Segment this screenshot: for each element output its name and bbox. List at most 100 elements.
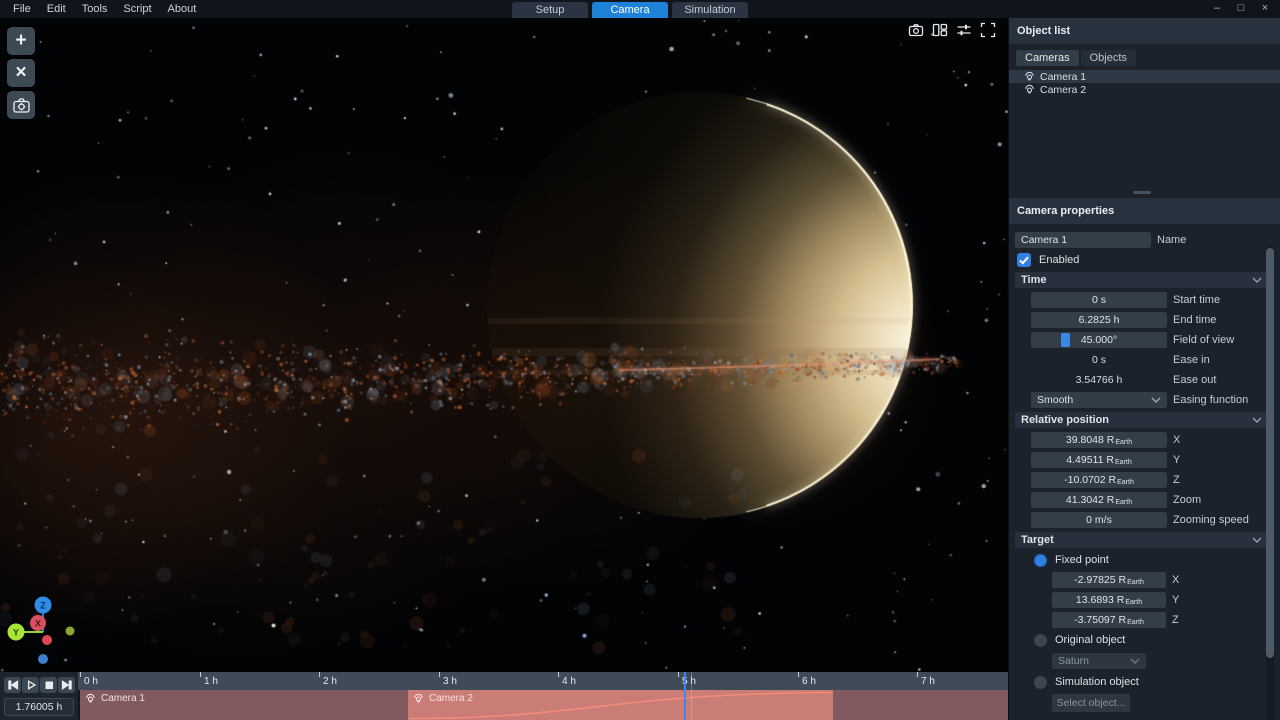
close-icon[interactable]: × [1256, 0, 1274, 18]
zooming-speed-field[interactable]: 0 m/s [1031, 512, 1167, 528]
simulation-object-label: Simulation object [1055, 676, 1139, 688]
section-time[interactable]: Time [1015, 272, 1268, 288]
fullscreen-icon [980, 22, 996, 38]
ruler-tick-label: 6 h [802, 676, 816, 687]
fixed-point-radio[interactable] [1034, 554, 1047, 567]
split-view-icon [932, 22, 948, 38]
remove-button[interactable]: × [7, 59, 35, 87]
tab-camera[interactable]: Camera [592, 2, 668, 18]
timeline-ruler[interactable]: 0 h 1 h 2 h 3 h 4 h 5 h 6 h 7 h [78, 672, 1008, 690]
list-item-label: Camera 2 [1040, 84, 1086, 96]
transport-panel: 1.76005 h [0, 672, 78, 720]
ease-out-label: Ease out [1173, 374, 1216, 386]
stop-button[interactable] [40, 677, 57, 693]
chevron-down-icon [1151, 397, 1161, 403]
original-object-label: Original object [1055, 634, 1125, 646]
title-bar: File Edit Tools Script About Setup Camer… [0, 0, 1280, 18]
axis-gizmo[interactable]: X Z Y [0, 595, 92, 672]
ruler-tick-label: 1 h [204, 676, 218, 687]
camera-icon [85, 693, 96, 704]
camera-settings-button[interactable] [7, 91, 35, 119]
chevron-down-icon [1130, 658, 1140, 664]
scrollbar-track[interactable] [1266, 246, 1274, 720]
timeline-segment-label: Camera 1 [101, 693, 145, 704]
menu-script[interactable]: Script [116, 1, 158, 17]
object-list-header: Object list [1009, 18, 1280, 44]
tab-setup[interactable]: Setup [512, 2, 588, 18]
slider-handle[interactable] [1061, 333, 1070, 347]
scrollbar-thumb[interactable] [1266, 248, 1274, 658]
stop-icon [43, 679, 55, 691]
window-controls: – □ × [1208, 0, 1274, 18]
easing-curve [408, 690, 833, 720]
object-list-tabs: Cameras Objects [1016, 50, 1280, 66]
list-item-label: Camera 1 [1040, 71, 1086, 83]
ease-in-value[interactable]: 0 s [1031, 354, 1167, 366]
list-item-camera-1[interactable]: Camera 1 [1009, 70, 1280, 83]
skip-start-icon [7, 679, 19, 691]
menu-tools[interactable]: Tools [75, 1, 115, 17]
target-x-field[interactable]: -2.97825 REarth [1052, 572, 1166, 588]
end-time-field[interactable]: 6.2825 h [1031, 312, 1167, 328]
chevron-down-icon [1252, 417, 1262, 423]
timeline-segment-camera-1[interactable]: Camera 1 [80, 690, 408, 720]
split-view-button[interactable] [932, 22, 948, 38]
right-panel: Object list Cameras Objects Camera 1 Cam… [1008, 18, 1280, 720]
current-time-field[interactable]: 1.76005 h [4, 698, 74, 716]
skip-end-button[interactable] [58, 677, 75, 693]
field-of-view-slider[interactable]: 45.000° [1031, 332, 1167, 348]
position-y-field[interactable]: 4.49511 REarth [1031, 452, 1167, 468]
original-object-dropdown[interactable]: Saturn [1052, 653, 1146, 669]
start-time-field[interactable]: 0 s [1031, 292, 1167, 308]
target-x-label: X [1172, 574, 1179, 586]
application-window: File Edit Tools Script About Setup Camer… [0, 0, 1280, 720]
adjustments-icon [956, 22, 972, 38]
viewport-toolbar: + × [7, 27, 35, 119]
play-button[interactable] [22, 677, 39, 693]
easing-function-label: Easing function [1173, 394, 1248, 406]
zoom-field[interactable]: 41.3042 REarth [1031, 492, 1167, 508]
section-relative-position[interactable]: Relative position [1015, 412, 1268, 428]
camera-properties-header: Camera properties [1009, 198, 1280, 224]
menu-file[interactable]: File [6, 1, 38, 17]
section-target[interactable]: Target [1015, 532, 1268, 548]
ruler-tick-label: 7 h [921, 676, 935, 687]
menu-about[interactable]: About [161, 1, 204, 17]
viewport-3d[interactable]: + × [0, 18, 1008, 672]
axis-y-label: Y [13, 628, 19, 638]
axis-x-label: X [35, 619, 41, 629]
position-x-field[interactable]: 39.8048 REarth [1031, 432, 1167, 448]
tab-cameras[interactable]: Cameras [1016, 50, 1079, 66]
playhead[interactable] [684, 672, 686, 720]
fullscreen-button[interactable] [980, 22, 996, 38]
target-y-field[interactable]: 13.6893 REarth [1052, 592, 1166, 608]
zoom-label: Zoom [1173, 494, 1201, 506]
timeline-segment-tail[interactable] [833, 690, 1008, 720]
target-z-field[interactable]: -3.75097 REarth [1052, 612, 1166, 628]
menu-edit[interactable]: Edit [40, 1, 73, 17]
panel-resize-handle[interactable] [1133, 191, 1151, 194]
timeline-marker-line [691, 672, 692, 720]
ruler-tick-label: 0 h [84, 676, 98, 687]
simulation-object-radio[interactable] [1034, 676, 1047, 689]
enabled-checkbox[interactable] [1017, 253, 1031, 267]
tab-simulation[interactable]: Simulation [672, 2, 748, 18]
adjustments-button[interactable] [956, 22, 972, 38]
easing-function-dropdown[interactable]: Smooth [1031, 392, 1167, 408]
select-object-button[interactable]: Select object... [1052, 694, 1130, 712]
minimize-icon[interactable]: – [1208, 0, 1226, 18]
name-input[interactable] [1015, 232, 1151, 248]
list-item-camera-2[interactable]: Camera 2 [1009, 83, 1280, 96]
add-icon: + [15, 30, 26, 52]
add-button[interactable]: + [7, 27, 35, 55]
screenshot-button[interactable] [908, 22, 924, 38]
skip-start-button[interactable] [4, 677, 21, 693]
maximize-icon[interactable]: □ [1232, 0, 1250, 18]
position-y-label: Y [1173, 454, 1180, 466]
camera-icon [1024, 71, 1035, 82]
position-z-field[interactable]: -10.0702 REarth [1031, 472, 1167, 488]
space-scene[interactable] [0, 18, 1008, 672]
original-object-radio[interactable] [1034, 634, 1047, 647]
tab-objects[interactable]: Objects [1081, 50, 1136, 66]
ease-out-value[interactable]: 3.54766 h [1031, 374, 1167, 386]
